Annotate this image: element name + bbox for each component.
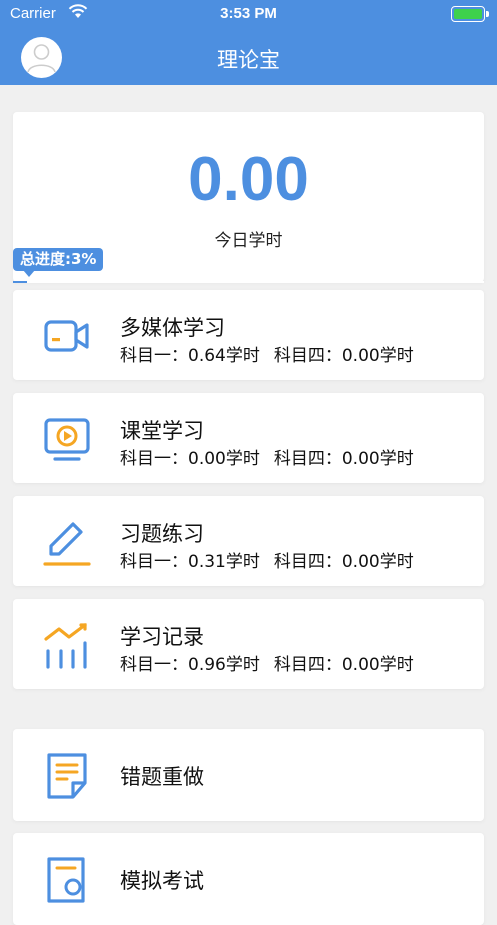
today-hours-value: 0.00 <box>188 145 309 214</box>
row-title: 模拟考试 <box>120 869 204 893</box>
subject4-hours: 科目四：0.00学时 <box>273 552 414 572</box>
app-header: Carrier 3:53 PM 理论宝 <box>0 0 497 85</box>
subject1-hours: 科目一：0.64学时 <box>120 346 260 366</box>
subject1-hours: 科目一：0.31学时 <box>120 552 260 572</box>
total-progress-bar <box>13 281 484 283</box>
document-search-icon <box>47 857 85 903</box>
chart-trend-icon <box>44 623 87 669</box>
study-row-records[interactable]: 学习记录 科目一：0.96学时 科目四：0.00学时 <box>13 599 484 689</box>
study-row-multimedia[interactable]: 多媒体学习 科目一：0.64学时 科目四：0.00学时 <box>13 290 484 380</box>
row-title: 多媒体学习 <box>120 316 225 340</box>
row-title: 习题练习 <box>120 522 204 546</box>
battery-icon <box>451 6 489 22</box>
row-title: 学习记录 <box>120 625 204 649</box>
page-title: 理论宝 <box>217 48 280 72</box>
total-progress-badge: 总进度:3% <box>13 248 104 277</box>
clock: 3:53 PM <box>220 5 277 22</box>
subject4-hours: 科目四：0.00学时 <box>273 449 414 469</box>
row-hours: 科目一：0.31学时 科目四：0.00学时 <box>120 547 428 572</box>
row-title: 课堂学习 <box>120 419 204 443</box>
total-progress-label: 总进度:3% <box>20 250 97 268</box>
subject1-hours: 科目一：0.00学时 <box>120 449 260 469</box>
study-row-exercises[interactable]: 习题练习 科目一：0.31学时 科目四：0.00学时 <box>13 496 484 586</box>
status-bar: Carrier 3:53 PM <box>0 0 497 28</box>
row-title: 错题重做 <box>120 765 204 789</box>
video-camera-icon <box>44 320 89 352</box>
total-progress-fill <box>13 281 28 283</box>
subject4-hours: 科目四：0.00学时 <box>273 655 414 675</box>
subject1-hours: 科目一：0.96学时 <box>120 655 260 675</box>
pencil-icon <box>43 522 91 566</box>
wrong-questions-row[interactable]: 错题重做 <box>13 729 484 821</box>
tv-play-icon <box>44 418 90 461</box>
study-row-classroom[interactable]: 课堂学习 科目一：0.00学时 科目四：0.00学时 <box>13 393 484 483</box>
mock-exam-row[interactable]: 模拟考试 <box>13 833 484 925</box>
subject4-hours: 科目四：0.00学时 <box>273 346 414 366</box>
row-hours: 科目一：0.96学时 科目四：0.00学时 <box>120 650 428 675</box>
row-hours: 科目一：0.64学时 科目四：0.00学时 <box>120 341 428 366</box>
row-hours: 科目一：0.00学时 科目四：0.00学时 <box>120 444 428 469</box>
document-edit-icon <box>47 753 87 799</box>
